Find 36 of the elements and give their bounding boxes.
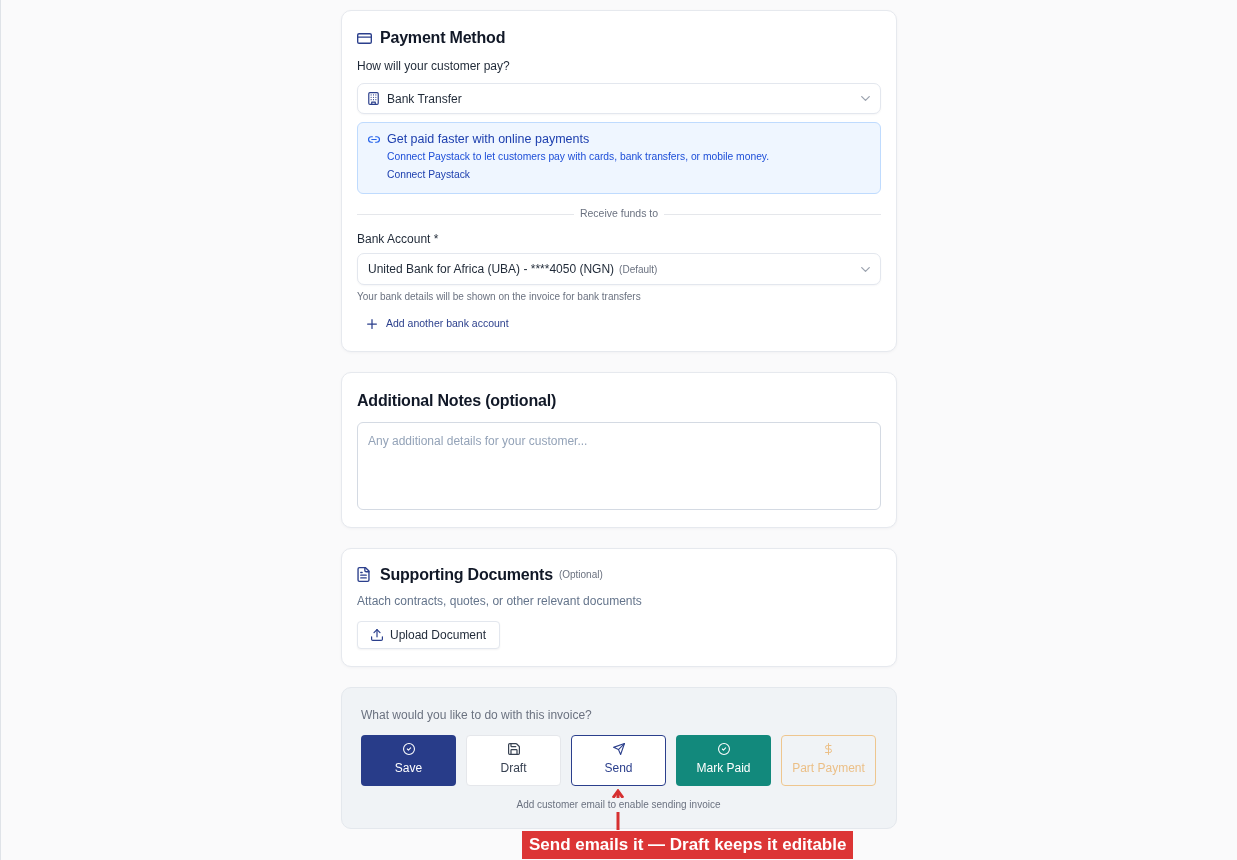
action-question: What would you like to do with this invoice?: [361, 706, 593, 724]
payment-method-select[interactable]: Bank Transfer: [357, 83, 881, 114]
field-label: How will your customer pay?: [357, 58, 511, 75]
chevron-down-icon: [861, 96, 870, 101]
section-title: Payment Method: [380, 28, 506, 48]
help-text: Your bank details will be shown on the invoice for bank transfers: [357, 290, 642, 304]
section-description: Attach contracts, quotes, or other relevant documents: [357, 592, 643, 610]
notes-field[interactable]: Any additional details for your customer...: [357, 421, 881, 510]
annotation-label: Send emails it — Draft keeps it editable: [522, 830, 854, 859]
divider-label: Receive funds to: [579, 206, 659, 222]
paper-plane-icon: [612, 743, 625, 756]
document-icon: [357, 567, 370, 583]
draft-button[interactable]: Draft: [466, 734, 561, 786]
banner-title: Get paid faster with online payments: [387, 131, 591, 148]
add-bank-account-button[interactable]: Add another bank account: [357, 314, 509, 334]
dollar-sign-icon: [825, 743, 832, 756]
link-icon: [368, 136, 380, 143]
hint-text: Add customer email to enable sending invoice: [514, 797, 723, 812]
check-circle-icon: [717, 743, 730, 756]
connect-paystack-link[interactable]: Connect Paystack: [387, 167, 470, 183]
field-label: Bank Account *: [357, 231, 440, 248]
building-icon: [368, 92, 379, 105]
chevron-down-icon: [861, 266, 870, 272]
mark-paid-button[interactable]: Mark Paid: [676, 734, 771, 786]
optional-label: (Optional): [558, 568, 603, 583]
upload-document-button[interactable]: Upload Document: [357, 620, 501, 649]
check-circle-icon: [402, 743, 415, 756]
section-title: Additional Notes (optional): [357, 390, 558, 411]
credit-card-icon: [357, 32, 372, 44]
upload-icon: [371, 628, 383, 641]
save-button[interactable]: Save: [361, 734, 456, 786]
bank-account-select[interactable]: United Bank for Africa (UBA) - ****4050 (NGN) (Default): [357, 253, 881, 285]
send-button[interactable]: Send: [571, 734, 666, 786]
section-title: Supporting Documents: [380, 564, 553, 585]
plus-icon: [367, 318, 377, 329]
banner-text: Connect Paystack to let customers pay with cards, bank transfers, or mobile money.: [387, 150, 770, 164]
